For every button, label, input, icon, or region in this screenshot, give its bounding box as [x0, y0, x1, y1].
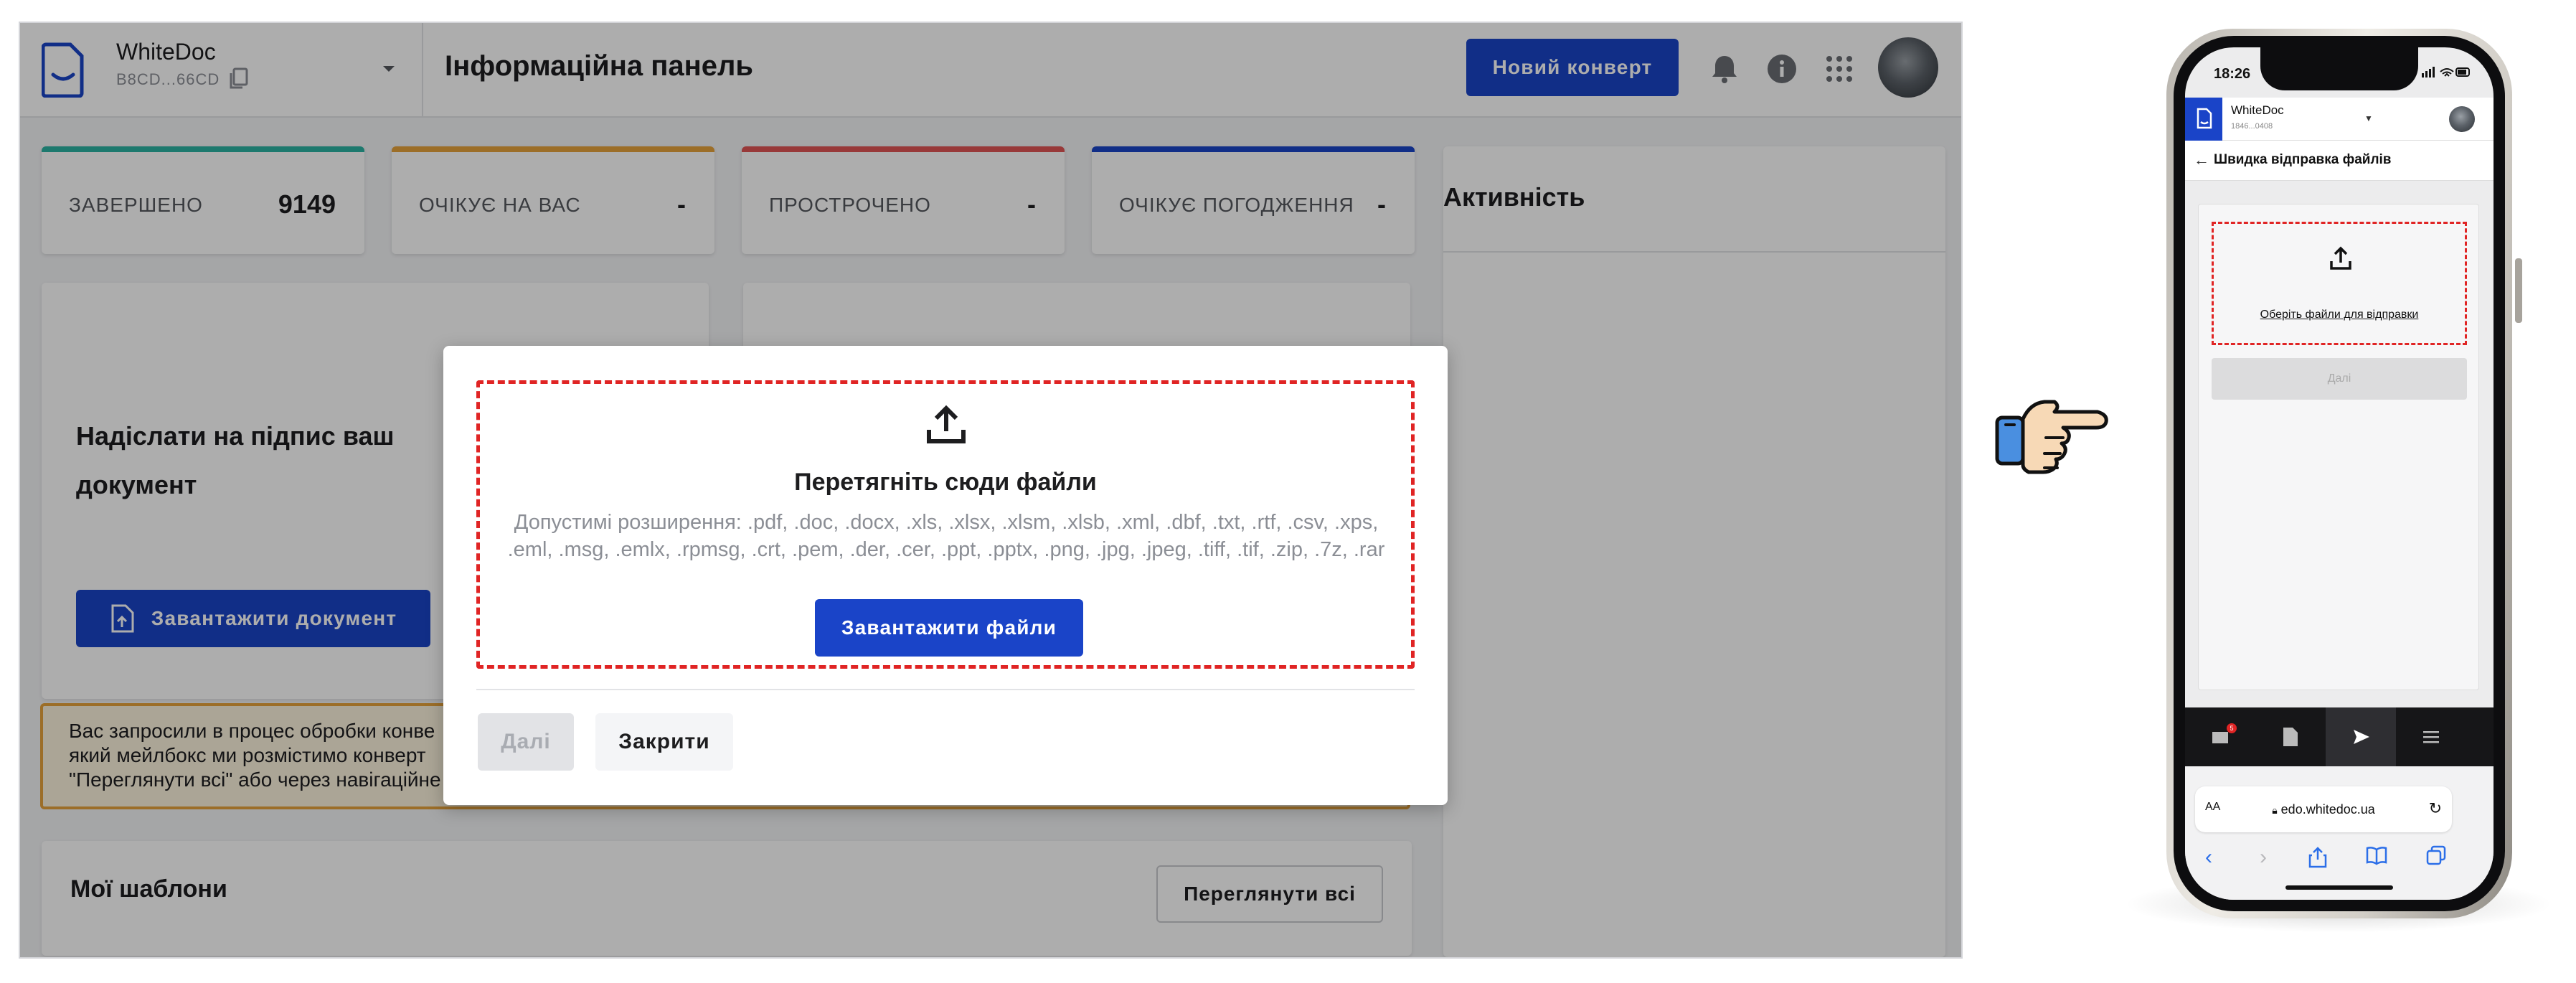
address-bar[interactable]: AA 🔒︎ edo.whitedoc.ua ↻: [2195, 786, 2452, 832]
account-name[interactable]: WhiteDoc: [2231, 103, 2284, 118]
domain-text: edo.whitedoc.ua: [2280, 802, 2375, 817]
status-icons: [2422, 67, 2470, 77]
quick-send-card: Оберіть файли для відправки Далі: [2198, 204, 2479, 690]
upload-files-button[interactable]: Завантажити файли: [815, 599, 1083, 657]
pointing-hand-icon: [1995, 400, 2108, 474]
phone-bottom-nav: 5: [2185, 707, 2494, 766]
back-arrow-icon[interactable]: ←: [2194, 151, 2209, 169]
file-drop-zone[interactable]: Оберіть файли для відправки: [2212, 222, 2467, 345]
upload-icon: [2330, 246, 2351, 270]
bookmarks-icon[interactable]: [2366, 845, 2387, 865]
choose-files-link[interactable]: Оберіть файли для відправки: [2214, 309, 2465, 321]
whitedoc-logo-icon[interactable]: [2185, 98, 2222, 141]
next-button[interactable]: Далі: [2212, 358, 2467, 400]
chevron-down-icon[interactable]: ▼: [2364, 113, 2373, 123]
phone-title-bar: ← Швидка відправка файлів: [2185, 141, 2494, 181]
modal-divider: [476, 689, 1415, 690]
desktop-app-window: WhiteDoc B8CD...66CD Інформаційна панель…: [20, 23, 1961, 957]
phone-side-button: [2515, 258, 2522, 323]
address-domain: 🔒︎ edo.whitedoc.ua: [2195, 802, 2452, 817]
phone-mockup: 18:26 WhiteDoc 1846...0408 ▼ ← Швидка ві…: [2123, 29, 2554, 933]
phone-page-title: Швидка відправка файлів: [2214, 152, 2392, 167]
account-id: 1846...0408: [2231, 122, 2273, 131]
tab-documents[interactable]: [2255, 707, 2326, 766]
next-button[interactable]: Далі: [478, 713, 574, 771]
allowed-extensions-text: Допустимі розширення: .pdf, .doc, .docx,…: [507, 511, 1385, 561]
back-icon[interactable]: ‹: [2205, 845, 2212, 870]
phone-clock: 18:26: [2214, 66, 2251, 82]
lock-icon: 🔒︎: [2272, 804, 2278, 816]
safari-toolbar: AA 🔒︎ edo.whitedoc.ua ↻ ‹ ›: [2185, 766, 2494, 900]
tabs-icon[interactable]: [2426, 845, 2446, 865]
tab-quick-send[interactable]: [2326, 707, 2396, 766]
tab-inbox[interactable]: 5: [2185, 707, 2255, 766]
phone-screen: 18:26 WhiteDoc 1846...0408 ▼ ← Швидка ві…: [2185, 47, 2494, 900]
tab-menu[interactable]: [2396, 707, 2466, 766]
phone-app-header: WhiteDoc 1846...0408 ▼: [2185, 98, 2494, 141]
document-icon: [2283, 728, 2298, 746]
phone-notch: [2260, 47, 2418, 90]
file-upload-modal: Перетягніть сюди файли Допустимі розшире…: [443, 346, 1448, 805]
share-icon[interactable]: [2308, 845, 2327, 868]
notification-badge: 5: [2227, 723, 2237, 733]
file-drop-zone[interactable]: Перетягніть сюди файли Допустимі розшире…: [476, 380, 1415, 669]
close-button[interactable]: Закрити: [595, 713, 733, 771]
home-indicator: [2285, 885, 2393, 890]
reload-icon[interactable]: ↻: [2429, 799, 2442, 818]
drop-zone-title: Перетягніть сюди файли: [794, 469, 1097, 496]
upload-icon: [927, 405, 966, 443]
forward-icon[interactable]: ›: [2260, 845, 2267, 870]
send-icon: [2354, 730, 2369, 744]
menu-icon: [2423, 731, 2439, 743]
user-avatar[interactable]: [2449, 106, 2475, 132]
